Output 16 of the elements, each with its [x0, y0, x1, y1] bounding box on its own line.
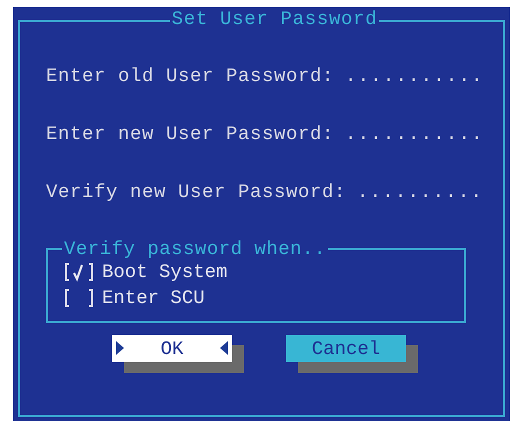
dialog-button[interactable]: OK [112, 335, 232, 362]
triangle-left-icon [220, 341, 228, 355]
password-field[interactable]: ........... [345, 123, 484, 145]
field-label: Enter old User Password: [46, 65, 334, 87]
dialog-title: Set User Password [170, 9, 378, 29]
option-label: Boot System [102, 260, 228, 285]
dialog-button[interactable]: Cancel [286, 335, 406, 362]
password-field[interactable]: ........... [345, 65, 484, 87]
field-label: Verify new User Password: [46, 181, 346, 203]
field-label: Enter new User Password: [46, 123, 334, 145]
password-field[interactable]: .......... [357, 181, 484, 203]
triangle-right-icon [116, 341, 124, 355]
option-label: Enter SCU [102, 286, 205, 311]
checkbox-icon[interactable] [64, 262, 94, 282]
group-title: Verify password when.. [63, 239, 327, 259]
checkbox-icon[interactable] [64, 288, 94, 308]
